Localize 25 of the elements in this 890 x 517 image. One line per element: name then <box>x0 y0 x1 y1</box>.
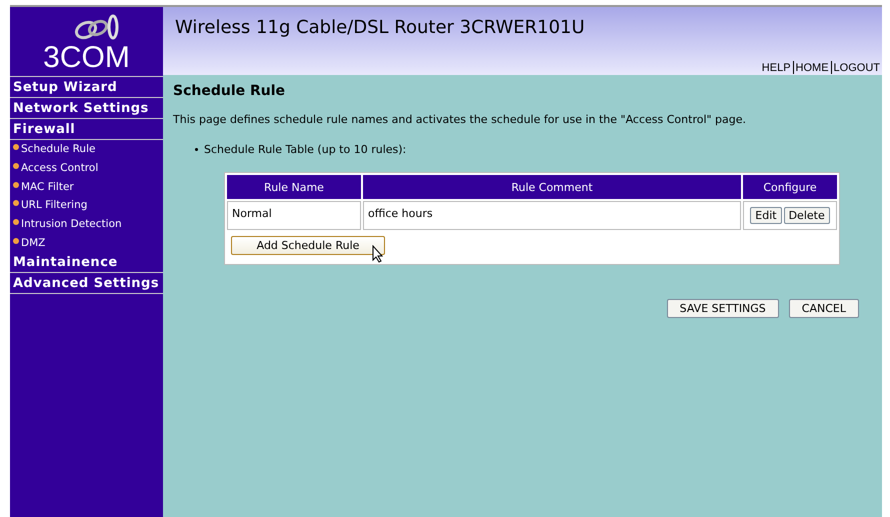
row-action-button[interactable]: Edit <box>750 207 782 224</box>
column-header: Rule Comment <box>363 175 741 199</box>
column-header: Rule Name <box>227 175 361 199</box>
table-cell: Normal <box>227 201 361 230</box>
header-link[interactable]: HOME <box>794 62 831 74</box>
sidebar-item[interactable]: DMZ <box>10 233 163 252</box>
form-button[interactable]: CANCEL <box>788 299 859 318</box>
add-rule-button[interactable]: Add Schedule Rule <box>231 236 385 255</box>
logo-text: 3COM <box>43 42 130 74</box>
header-link[interactable]: LOGOUT <box>832 62 882 74</box>
sidebar-item[interactable]: URL Filtering <box>10 196 163 215</box>
row-action-button[interactable]: Delete <box>784 207 830 224</box>
router-title: Wireless 11g Cable/DSL Router 3CRWER101U <box>175 17 586 38</box>
page-heading: Schedule Rule <box>173 83 286 99</box>
table-cell: office hours <box>363 201 741 230</box>
column-header: Configure <box>743 175 837 199</box>
sidebar-item[interactable]: Intrusion Detection <box>10 214 163 234</box>
header-link[interactable]: HELP <box>760 62 793 74</box>
sidebar-item[interactable]: Access Control <box>10 158 163 178</box>
sidebar-item[interactable]: Schedule Rule <box>10 140 163 159</box>
page-description: This page defines schedule rule names and activates the schedule for use in the "Access Control" page. <box>173 113 748 126</box>
table-caption: Schedule Rule Table (up to 10 rules): <box>204 143 406 156</box>
sidebar-item[interactable]: MAC Filter <box>10 177 163 196</box>
form-button[interactable]: SAVE SETTINGS <box>666 299 779 318</box>
bullet-icon <box>195 148 198 151</box>
